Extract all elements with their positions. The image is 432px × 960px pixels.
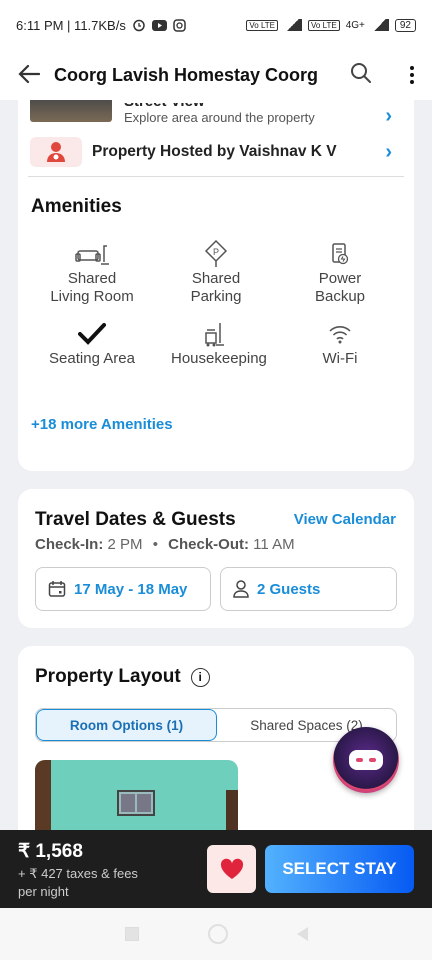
system-nav-bar	[0, 908, 432, 960]
amenities-grid: Shared Living Room P Shared Parking Powe…	[30, 238, 402, 368]
dates-selector[interactable]: 17 May - 18 May	[35, 567, 211, 611]
dates-value: 17 May - 18 May	[74, 580, 188, 598]
person-icon	[233, 580, 249, 598]
sofa-icon	[75, 238, 109, 270]
recent-apps-icon[interactable]	[124, 927, 139, 941]
per-night-label: per night	[18, 884, 69, 899]
checkout-time: 11 AM	[253, 536, 295, 553]
checkin-time: 2 PM	[107, 536, 143, 553]
search-icon[interactable]	[350, 62, 372, 89]
chevron-right-icon: ›	[385, 140, 392, 163]
signal-icon	[370, 19, 389, 31]
select-stay-button[interactable]: SELECT STAY	[265, 845, 414, 893]
street-view-row[interactable]: Street View Explore area around the prop…	[30, 100, 402, 136]
street-view-thumbnail	[30, 100, 112, 122]
chatbot-button[interactable]	[333, 727, 399, 793]
back-icon[interactable]	[296, 927, 308, 941]
property-layout-heading: Property Layout	[35, 666, 181, 687]
travel-dates-title: Travel Dates & Guests	[35, 509, 236, 530]
svg-text:P: P	[213, 247, 219, 257]
street-view-subtitle: Explore area around the property	[124, 110, 315, 125]
amenities-card: Street View Explore area around the prop…	[18, 100, 414, 471]
host-row[interactable]: Property Hosted by Vaishnav K V ›	[30, 132, 402, 172]
travel-dates-card: Travel Dates & Guests View Calendar Chec…	[18, 489, 414, 628]
app-header: Coorg Lavish Homestay Coorg	[0, 50, 432, 100]
robot-icon	[349, 750, 383, 770]
guests-selector[interactable]: 2 Guests	[220, 567, 397, 611]
instagram-icon	[173, 18, 186, 32]
check-times: Check-In: 2 PM • Check-Out: 11 AM	[35, 536, 295, 553]
amenity-item: P Shared Parking	[154, 238, 278, 306]
amenities-title: Amenities	[31, 196, 122, 217]
amenity-item: Housekeeping	[154, 318, 278, 368]
amenity-label: Shared Living Room	[50, 270, 134, 305]
price: ₹ 1,568	[18, 841, 83, 862]
amenity-item: Power Backup	[278, 238, 402, 306]
view-calendar-link[interactable]: View Calendar	[294, 511, 396, 528]
heart-icon	[220, 858, 243, 879]
calendar-icon	[48, 580, 66, 598]
network-type: 4G+	[345, 19, 365, 31]
volte-badge: Vo LTE	[246, 19, 279, 31]
home-icon[interactable]	[207, 924, 228, 944]
power-backup-icon	[330, 238, 350, 270]
amenity-label: Housekeeping	[171, 350, 267, 367]
info-icon[interactable]: i	[190, 667, 210, 687]
amenity-label: Wi-Fi	[322, 350, 358, 367]
page-title: Coorg Lavish Homestay Coorg	[54, 64, 319, 85]
volte-badge: Vo LTE	[308, 19, 340, 31]
amenity-label: Shared Parking	[190, 270, 242, 305]
youtube-icon	[151, 19, 167, 31]
street-view-title: Street View	[124, 100, 205, 110]
amenity-label: Power Backup	[314, 270, 366, 305]
amenity-label: Seating Area	[49, 350, 135, 367]
guests-value: 2 Guests	[257, 580, 321, 598]
more-amenities-link[interactable]: +18 more Amenities	[31, 416, 173, 433]
main-content: Street View Explore area around the prop…	[0, 100, 432, 830]
battery-icon: 92	[394, 18, 416, 32]
divider	[28, 176, 404, 177]
host-label: Property Hosted by Vaishnav K V	[92, 143, 337, 160]
alarm-icon	[133, 19, 145, 32]
host-avatar-icon	[30, 137, 82, 167]
chevron-right-icon: ›	[385, 104, 392, 127]
more-options-icon[interactable]	[410, 66, 414, 84]
taxes-fees: + ₹ 427 taxes & fees	[18, 866, 138, 881]
parking-icon: P	[204, 238, 228, 270]
checkin-label: Check-In:	[35, 536, 104, 553]
checkmark-icon	[78, 318, 106, 350]
room-photo[interactable]	[35, 760, 238, 830]
amenity-item: Wi-Fi	[278, 318, 402, 368]
amenity-item: Seating Area	[30, 318, 154, 368]
back-arrow-icon[interactable]	[18, 62, 41, 88]
tab-room-options[interactable]: Room Options (1)	[36, 709, 217, 741]
separator-dot: •	[152, 536, 158, 553]
checkout-label: Check-Out:	[168, 536, 249, 553]
wifi-icon	[328, 318, 352, 350]
amenity-item: Shared Living Room	[30, 238, 154, 306]
booking-bar: ₹ 1,568 + ₹ 427 taxes & fees per night S…	[0, 830, 432, 908]
housekeeping-icon	[204, 318, 228, 350]
property-layout-title: Property Layout i	[35, 666, 210, 688]
wishlist-button[interactable]	[207, 845, 256, 893]
status-time: 6:11 PM | 11.7KB/s	[16, 17, 126, 33]
status-bar: 6:11 PM | 11.7KB/s Vo LTE Vo LTE 4G+ 92	[0, 0, 432, 50]
signal-icon	[284, 19, 303, 31]
